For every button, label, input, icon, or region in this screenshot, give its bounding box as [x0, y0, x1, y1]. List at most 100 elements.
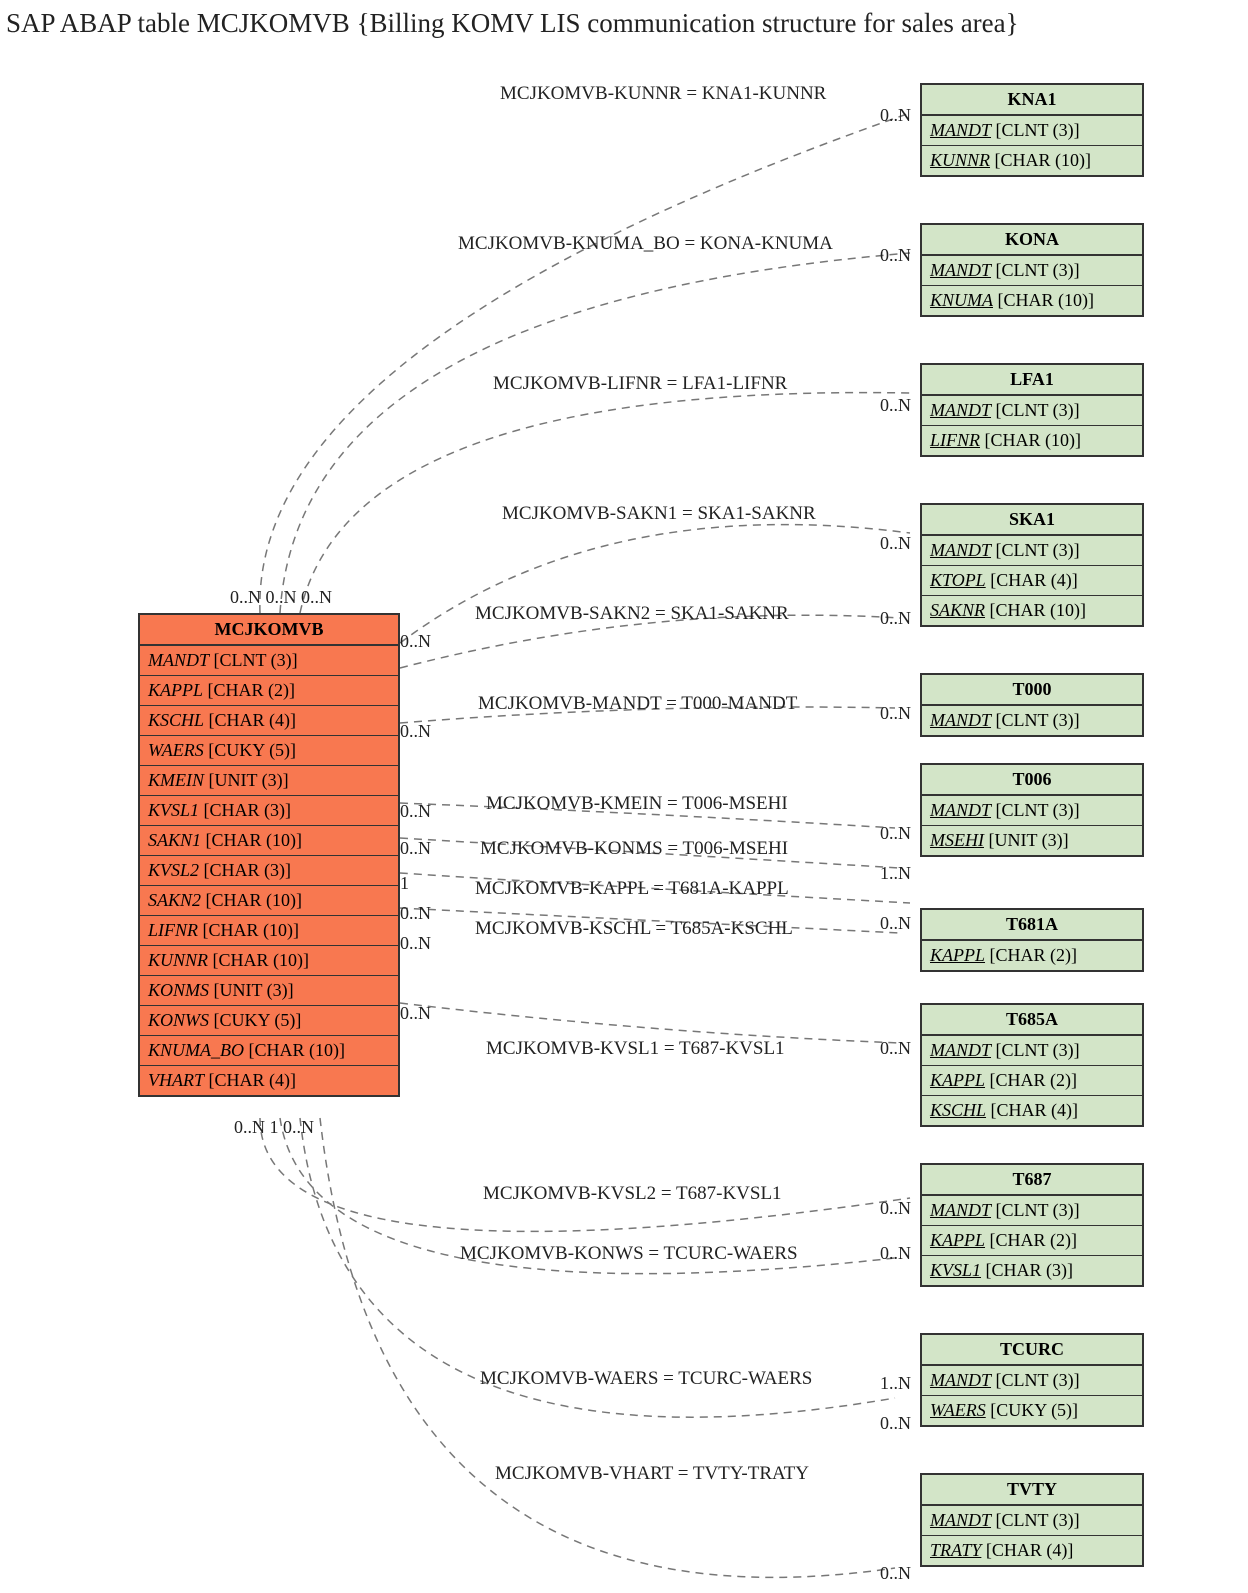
table-header: SKA1 [922, 505, 1142, 536]
relation-label: MCJKOMVB-KNUMA_BO = KONA-KNUMA [458, 233, 833, 255]
cardinality-label: 0..N [880, 913, 911, 934]
table-mcjkomvb: MCJKOMVB MANDT [CLNT (3)]KAPPL [CHAR (2)… [138, 613, 400, 1097]
table-field: MANDT [CLNT (3)] [922, 796, 1142, 826]
table-field: VHART [CHAR (4)] [140, 1066, 398, 1095]
cardinality-label: 0..N [880, 105, 911, 126]
cardinality-label: 0..N [880, 608, 911, 629]
table-t687: T687MANDT [CLNT (3)]KAPPL [CHAR (2)]KVSL… [920, 1163, 1144, 1287]
table-field: KUNNR [CHAR (10)] [140, 946, 398, 976]
table-field: KVSL1 [CHAR (3)] [140, 796, 398, 826]
page-title: SAP ABAP table MCJKOMVB {Billing KOMV LI… [0, 0, 1248, 43]
relation-label: MCJKOMVB-SAKN1 = SKA1-SAKNR [502, 503, 816, 525]
relation-label: MCJKOMVB-KAPPL = T681A-KAPPL [475, 878, 789, 900]
table-header: TCURC [922, 1335, 1142, 1366]
relation-label: MCJKOMVB-SAKN2 = SKA1-SAKNR [475, 603, 789, 625]
table-field: MANDT [CLNT (3)] [922, 1506, 1142, 1536]
relation-label: MCJKOMVB-VHART = TVTY-TRATY [495, 1463, 809, 1485]
table-field: KNUMA [CHAR (10)] [922, 286, 1142, 315]
table-header: TVTY [922, 1475, 1142, 1506]
cardinality-label: 0..N [880, 395, 911, 416]
table-kna1: KNA1MANDT [CLNT (3)]KUNNR [CHAR (10)] [920, 83, 1144, 177]
relation-label: MCJKOMVB-KSCHL = T685A-KSCHL [475, 918, 793, 940]
cardinality-top: 0..N 0..N 0..N [230, 587, 332, 608]
table-field: MANDT [CLNT (3)] [922, 1196, 1142, 1226]
table-header: T006 [922, 765, 1142, 796]
relation-label: MCJKOMVB-KONWS = TCURC-WAERS [460, 1243, 798, 1265]
cardinality-bottom: 0..N 1 0..N [234, 1117, 314, 1138]
cardinality-label: 0..N [880, 1243, 911, 1264]
relation-label: MCJKOMVB-KVSL1 = T687-KVSL1 [486, 1038, 785, 1060]
table-field: WAERS [CUKY (5)] [140, 736, 398, 766]
relation-label: MCJKOMVB-LIFNR = LFA1-LIFNR [493, 373, 787, 395]
table-t681a: T681AKAPPL [CHAR (2)] [920, 908, 1144, 972]
table-field: KONMS [UNIT (3)] [140, 976, 398, 1006]
table-field: KAPPL [CHAR (2)] [922, 1226, 1142, 1256]
cardinality-label: 0..N [400, 1003, 431, 1024]
table-field: WAERS [CUKY (5)] [922, 1396, 1142, 1425]
table-field: KMEIN [UNIT (3)] [140, 766, 398, 796]
relation-label: MCJKOMVB-KONMS = T006-MSEHI [480, 838, 788, 860]
table-kona: KONAMANDT [CLNT (3)]KNUMA [CHAR (10)] [920, 223, 1144, 317]
cardinality-label: 0..N [400, 801, 431, 822]
table-tvty: TVTYMANDT [CLNT (3)]TRATY [CHAR (4)] [920, 1473, 1144, 1567]
cardinality-label: 0..N [880, 1563, 911, 1584]
cardinality-label: 0..N [400, 933, 431, 954]
cardinality-label: 1 [400, 873, 409, 894]
table-header: T687 [922, 1165, 1142, 1196]
table-field: KONWS [CUKY (5)] [140, 1006, 398, 1036]
table-field: MANDT [CLNT (3)] [922, 1036, 1142, 1066]
cardinality-label: 1..N [880, 863, 911, 884]
table-header: KNA1 [922, 85, 1142, 116]
table-field: LIFNR [CHAR (10)] [140, 916, 398, 946]
relation-label: MCJKOMVB-MANDT = T000-MANDT [478, 693, 797, 715]
table-tcurc: TCURCMANDT [CLNT (3)]WAERS [CUKY (5)] [920, 1333, 1144, 1427]
cardinality-label: 0..N [400, 631, 431, 652]
table-t006: T006MANDT [CLNT (3)]MSEHI [UNIT (3)] [920, 763, 1144, 857]
table-header: T000 [922, 675, 1142, 706]
cardinality-label: 0..N [880, 1038, 911, 1059]
table-t685a: T685AMANDT [CLNT (3)]KAPPL [CHAR (2)]KSC… [920, 1003, 1144, 1127]
table-t000: T000MANDT [CLNT (3)] [920, 673, 1144, 737]
table-field: MANDT [CLNT (3)] [140, 646, 398, 676]
relation-label: MCJKOMVB-KUNNR = KNA1-KUNNR [500, 83, 826, 105]
table-header: T685A [922, 1005, 1142, 1036]
table-field: TRATY [CHAR (4)] [922, 1536, 1142, 1565]
table-field: SAKN1 [CHAR (10)] [140, 826, 398, 856]
table-header: KONA [922, 225, 1142, 256]
table-header: MCJKOMVB [140, 615, 398, 646]
relation-label: MCJKOMVB-KVSL2 = T687-KVSL1 [483, 1183, 782, 1205]
table-field: KUNNR [CHAR (10)] [922, 146, 1142, 175]
cardinality-label: 1..N [880, 1373, 911, 1394]
table-ska1: SKA1MANDT [CLNT (3)]KTOPL [CHAR (4)]SAKN… [920, 503, 1144, 627]
cardinality-label: 0..N [880, 1413, 911, 1434]
table-field: KSCHL [CHAR (4)] [922, 1096, 1142, 1125]
table-field: KNUMA_BO [CHAR (10)] [140, 1036, 398, 1066]
cardinality-label: 0..N [880, 1198, 911, 1219]
table-field: KVSL1 [CHAR (3)] [922, 1256, 1142, 1285]
table-field: KAPPL [CHAR (2)] [922, 1066, 1142, 1096]
table-header: T681A [922, 910, 1142, 941]
table-lfa1: LFA1MANDT [CLNT (3)]LIFNR [CHAR (10)] [920, 363, 1144, 457]
table-field: KAPPL [CHAR (2)] [140, 676, 398, 706]
cardinality-label: 0..N [880, 823, 911, 844]
cardinality-label: 0..N [880, 533, 911, 554]
cardinality-label: 0..N [400, 903, 431, 924]
table-field: MANDT [CLNT (3)] [922, 396, 1142, 426]
cardinality-label: 0..N [400, 838, 431, 859]
table-field: SAKNR [CHAR (10)] [922, 596, 1142, 625]
table-field: KAPPL [CHAR (2)] [922, 941, 1142, 970]
table-field: KSCHL [CHAR (4)] [140, 706, 398, 736]
relation-label: MCJKOMVB-WAERS = TCURC-WAERS [480, 1368, 812, 1390]
table-header: LFA1 [922, 365, 1142, 396]
table-field: MANDT [CLNT (3)] [922, 256, 1142, 286]
cardinality-label: 0..N [880, 245, 911, 266]
table-field: KTOPL [CHAR (4)] [922, 566, 1142, 596]
table-field: MANDT [CLNT (3)] [922, 706, 1142, 735]
table-field: SAKN2 [CHAR (10)] [140, 886, 398, 916]
cardinality-label: 0..N [880, 703, 911, 724]
table-field: LIFNR [CHAR (10)] [922, 426, 1142, 455]
table-field: MANDT [CLNT (3)] [922, 536, 1142, 566]
cardinality-label: 0..N [400, 721, 431, 742]
table-field: KVSL2 [CHAR (3)] [140, 856, 398, 886]
table-field: MANDT [CLNT (3)] [922, 116, 1142, 146]
